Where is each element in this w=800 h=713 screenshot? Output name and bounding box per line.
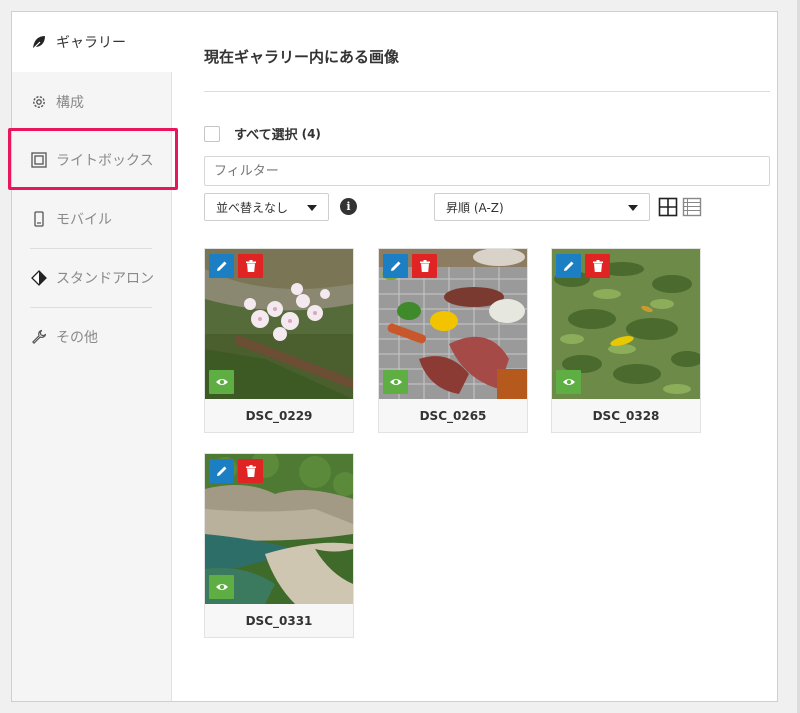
filter-input[interactable] — [204, 156, 770, 186]
eye-icon — [215, 584, 228, 590]
sidebar-item-label: ライトボックス — [56, 153, 154, 169]
image-card[interactable]: DSC_0328 — [551, 248, 701, 433]
eye-icon — [562, 379, 575, 385]
grid-view-icon[interactable] — [658, 197, 678, 217]
select-all-label: すべて選択 — [234, 128, 298, 143]
preview-button[interactable] — [556, 370, 581, 394]
sort-select-value: 並べ替えなし — [216, 200, 289, 215]
list-view-icon[interactable] — [682, 197, 702, 217]
eye-icon — [215, 379, 228, 385]
sidebar-item-label: 構成 — [56, 95, 84, 111]
sidebar-item-label: モバイル — [56, 212, 112, 228]
gallery-images-section: 現在ギャラリー内にある画像 すべて選択 (4) 並べ替えなし i 昇順 (A-Z… — [192, 12, 778, 701]
delete-button[interactable] — [238, 459, 263, 483]
pencil-icon — [390, 261, 400, 271]
trash-icon — [245, 465, 256, 477]
image-caption: DSC_0265 — [419, 408, 487, 423]
section-title: 現在ギャラリー内にある画像 — [204, 48, 400, 66]
title-divider — [204, 91, 770, 92]
sidebar-item-label: その他 — [56, 330, 98, 346]
edit-button[interactable] — [209, 459, 234, 483]
gallery-settings-panel: ギャラリー 構成 ライトボックス モバイル スタンドアロン その他 現在ギャラリ… — [11, 11, 778, 702]
pencil-icon — [216, 466, 226, 476]
order-select[interactable]: 昇順 (A-Z) — [434, 193, 650, 221]
select-all[interactable]: すべて選択 (4) — [204, 124, 321, 143]
pencil-icon — [563, 261, 573, 271]
wrench-icon — [31, 329, 47, 345]
sidebar-item-settings[interactable]: 構成 — [12, 73, 172, 131]
image-caption: DSC_0331 — [245, 613, 313, 628]
sidebar-item-standalone[interactable]: スタンドアロン — [12, 249, 172, 307]
settings-sidebar: ギャラリー 構成 ライトボックス モバイル スタンドアロン その他 — [12, 12, 173, 701]
info-icon[interactable]: i — [340, 198, 357, 215]
gear-icon — [31, 94, 47, 110]
pencil-icon — [216, 261, 226, 271]
delete-button[interactable] — [585, 254, 610, 278]
image-card[interactable]: DSC_0229 — [204, 248, 354, 433]
image-card[interactable]: DSC_0331 — [204, 453, 354, 638]
preview-button[interactable] — [383, 370, 408, 394]
trash-icon — [419, 260, 430, 272]
sort-select[interactable]: 並べ替えなし — [204, 193, 329, 221]
sidebar-item-gallery[interactable]: ギャラリー — [12, 12, 173, 72]
chevron-down-icon — [307, 205, 317, 211]
image-caption: DSC_0328 — [592, 408, 660, 423]
sidebar-item-mobile[interactable]: モバイル — [12, 190, 172, 248]
eye-icon — [389, 379, 402, 385]
delete-button[interactable] — [238, 254, 263, 278]
preview-button[interactable] — [209, 575, 234, 599]
sidebar-item-label: ギャラリー — [56, 35, 126, 51]
image-card[interactable]: DSC_0265 — [378, 248, 528, 433]
mobile-icon — [31, 211, 47, 227]
leaf-icon — [31, 34, 47, 50]
lightbox-icon — [31, 152, 47, 168]
select-all-count: (4) — [301, 126, 321, 141]
edit-button[interactable] — [209, 254, 234, 278]
select-all-checkbox[interactable] — [204, 125, 220, 142]
trash-icon — [592, 260, 603, 272]
sidebar-item-lightbox[interactable]: ライトボックス — [12, 131, 172, 189]
diamond-icon — [31, 270, 47, 286]
chevron-down-icon — [628, 205, 638, 211]
preview-button[interactable] — [209, 370, 234, 394]
sidebar-item-label: スタンドアロン — [56, 271, 154, 287]
delete-button[interactable] — [412, 254, 437, 278]
image-caption: DSC_0229 — [245, 408, 313, 423]
edit-button[interactable] — [383, 254, 408, 278]
sidebar-item-other[interactable]: その他 — [12, 308, 172, 366]
edit-button[interactable] — [556, 254, 581, 278]
order-select-value: 昇順 (A-Z) — [446, 200, 504, 215]
trash-icon — [245, 260, 256, 272]
